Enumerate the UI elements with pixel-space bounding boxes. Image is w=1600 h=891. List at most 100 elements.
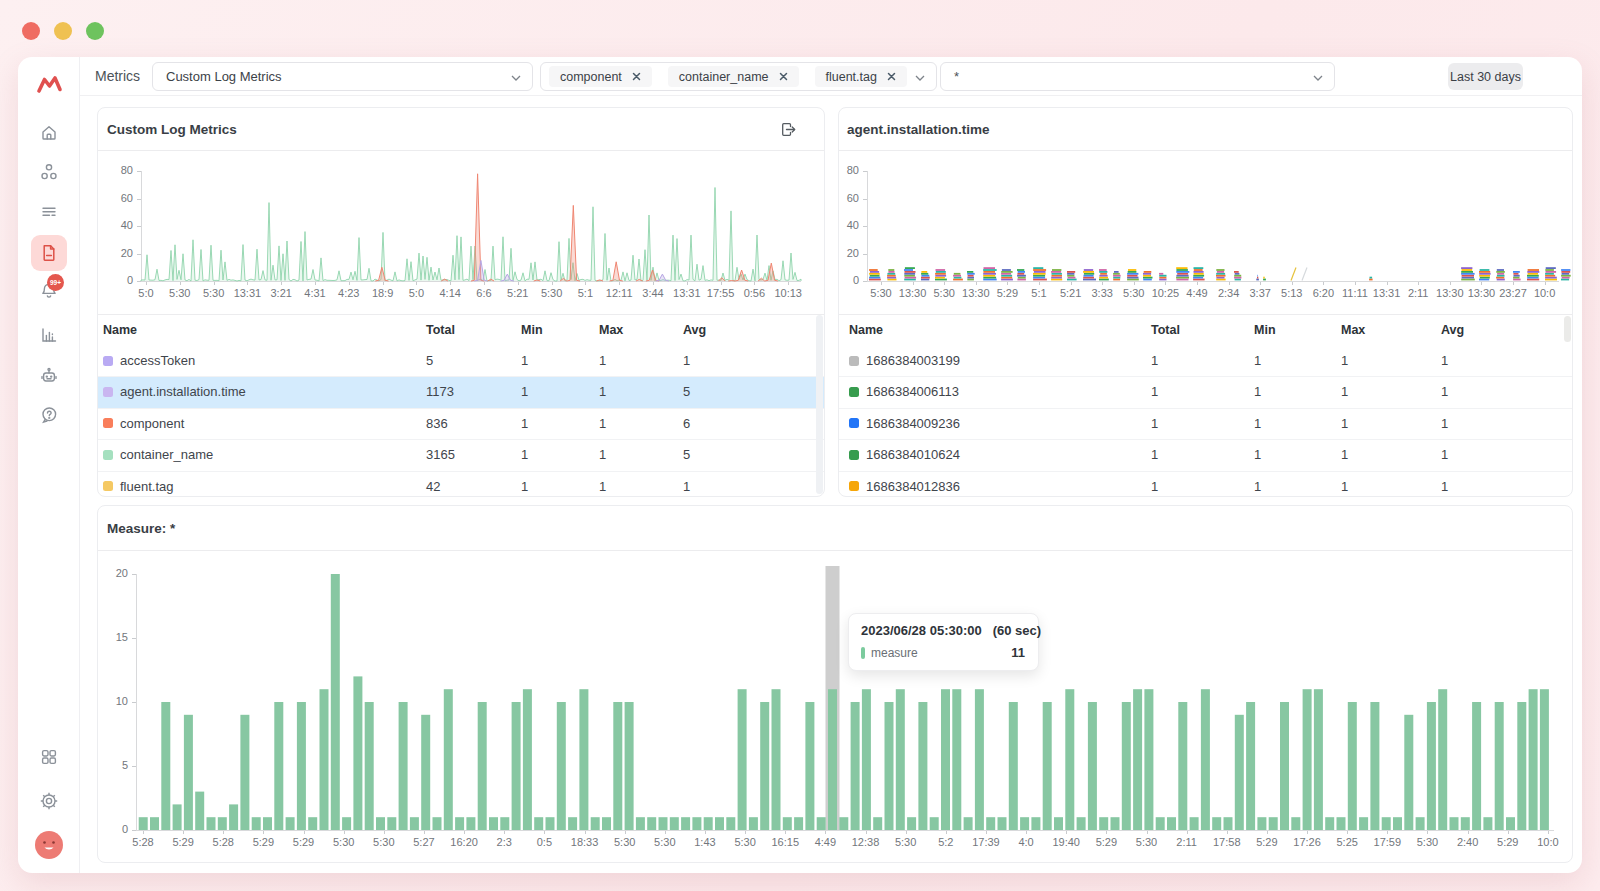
time-range-button[interactable]: Last 30 days — [1448, 63, 1523, 90]
filter-chip[interactable]: fluent.tag — [815, 66, 907, 87]
measure-select[interactable]: * — [940, 62, 1335, 91]
sidebar-item-infrastructure[interactable] — [31, 154, 67, 190]
row-value: 1 — [1151, 408, 1158, 439]
chevron-down-icon — [511, 75, 521, 81]
row-value: 5 — [683, 439, 690, 470]
row-value: 1 — [1254, 376, 1261, 407]
row-value: 1 — [1151, 376, 1158, 407]
close-window-button[interactable] — [22, 22, 40, 40]
x-axis-label: 5:30 — [603, 836, 647, 848]
y-axis-label: 40 — [105, 219, 133, 231]
table-row[interactable]: component836116 — [98, 408, 824, 439]
column-header: Total — [1151, 315, 1180, 346]
row-value: 1173 — [426, 376, 454, 407]
x-axis-label: 5:29 — [1084, 836, 1128, 848]
row-value: 1 — [1151, 439, 1158, 470]
table-scrollbar[interactable] — [1564, 316, 1571, 342]
x-axis-label: 5:27 — [402, 836, 446, 848]
x-axis-label: 5:29 — [1245, 836, 1289, 848]
table-row[interactable]: 16863840061131111 — [839, 376, 1572, 407]
table-row[interactable]: agent.installation.time1173115 — [98, 376, 824, 407]
apps-grid-icon — [39, 747, 59, 767]
sidebar-item-home[interactable] — [31, 115, 67, 151]
x-axis-label: 17:26 — [1285, 836, 1329, 848]
sidebar-logo[interactable] — [31, 67, 67, 103]
zoom-window-button[interactable] — [86, 22, 104, 40]
x-axis-label: 5:30 — [643, 836, 687, 848]
sidebar-item-assistant[interactable] — [31, 358, 67, 394]
row-value: 1 — [599, 345, 606, 376]
sidebar-item-dashboards[interactable] — [31, 317, 67, 353]
sidebar-item-logs[interactable] — [31, 195, 67, 231]
x-axis-label: 5:29 — [241, 836, 285, 848]
row-name: container_name — [120, 439, 213, 470]
table-row[interactable]: container_name3165115 — [98, 439, 824, 470]
row-value: 1 — [1341, 376, 1348, 407]
tooltip-series-value: 11 — [1011, 645, 1025, 660]
filter-chip-label: fluent.tag — [826, 70, 877, 84]
y-axis-label: 80 — [838, 164, 859, 176]
series-color-swatch — [849, 481, 859, 491]
x-axis-label: 5:29 — [1486, 836, 1530, 848]
remove-chip-icon[interactable] — [632, 72, 641, 81]
export-icon[interactable] — [780, 121, 797, 138]
y-axis-label: 0 — [100, 823, 128, 835]
row-value: 1 — [599, 376, 606, 407]
sidebar-item-settings[interactable] — [31, 783, 67, 819]
x-axis-label: 10:0 — [1526, 836, 1570, 848]
metric-select[interactable]: Custom Log Metrics — [152, 62, 533, 91]
series-color-swatch — [849, 418, 859, 428]
row-value: 1 — [1441, 345, 1448, 376]
row-value: 1 — [1341, 439, 1348, 470]
x-axis-label: 16:15 — [763, 836, 807, 848]
x-axis-label: 5:25 — [1325, 836, 1369, 848]
row-value: 1 — [1254, 471, 1261, 497]
y-axis-label: 80 — [105, 164, 133, 176]
series-color-swatch — [103, 450, 113, 460]
row-value: 1 — [1441, 471, 1448, 497]
table-row[interactable]: fluent.tag42111 — [98, 471, 824, 497]
x-axis-label: 2:40 — [1446, 836, 1490, 848]
y-axis-label: 0 — [838, 274, 859, 286]
row-name: accessToken — [120, 345, 195, 376]
measure-chart[interactable]: 051015205:285:295:285:295:295:305:305:27… — [98, 551, 1572, 863]
sidebar-item-help[interactable] — [31, 397, 67, 433]
row-name: fluent.tag — [120, 471, 174, 497]
agent-installation-time-chart[interactable]: 0204060805:3013:305:3013:305:295:15:213:… — [839, 151, 1572, 314]
table-header: NameTotalMinMaxAvg — [839, 314, 1572, 345]
y-axis-label: 20 — [105, 247, 133, 259]
help-icon — [39, 405, 59, 425]
measure-series-swatch — [861, 647, 865, 659]
minimize-window-button[interactable] — [54, 22, 72, 40]
table-row[interactable]: 16863840031991111 — [839, 345, 1572, 376]
notification-badge: 99+ — [47, 274, 64, 291]
filter-chip[interactable]: container_name — [668, 66, 799, 87]
sidebar-item-reports[interactable] — [31, 235, 67, 271]
table-row[interactable]: 16863840128361111 — [839, 471, 1572, 497]
custom-log-metrics-chart[interactable]: 0204060805:05:305:3013:313:214:314:2318:… — [98, 151, 824, 314]
remove-chip-icon[interactable] — [887, 72, 896, 81]
sidebar-avatar[interactable] — [31, 827, 67, 863]
table-scrollbar[interactable] — [816, 315, 823, 494]
x-axis-label: 5:30 — [884, 836, 928, 848]
panel-title: agent.installation.time — [847, 108, 990, 151]
table-row[interactable]: 16863840106241111 — [839, 439, 1572, 470]
row-value: 3165 — [426, 439, 455, 470]
row-value: 1 — [599, 439, 606, 470]
middleware-logo-icon — [36, 74, 63, 96]
filter-chip[interactable]: component — [549, 66, 652, 87]
tooltip-timestamp: 2023/06/28 05:30:00(60 sec) — [861, 623, 1041, 638]
row-value: 1 — [1341, 408, 1348, 439]
table-row[interactable]: accessToken5111 — [98, 345, 824, 376]
x-axis-label: 4:0 — [1004, 836, 1048, 848]
table-row[interactable]: 16863840092361111 — [839, 408, 1572, 439]
x-axis-label: 17:59 — [1365, 836, 1409, 848]
column-header: Name — [849, 315, 883, 346]
row-value: 1 — [1254, 345, 1261, 376]
sidebar-item-alerts[interactable]: 99+ — [31, 273, 67, 309]
x-axis-label: 17:39 — [964, 836, 1008, 848]
x-axis-label: 5:30 — [723, 836, 767, 848]
sidebar-item-apps[interactable] — [31, 739, 67, 775]
filter-select[interactable]: component container_name fluent.tag — [540, 62, 937, 91]
remove-chip-icon[interactable] — [779, 72, 788, 81]
